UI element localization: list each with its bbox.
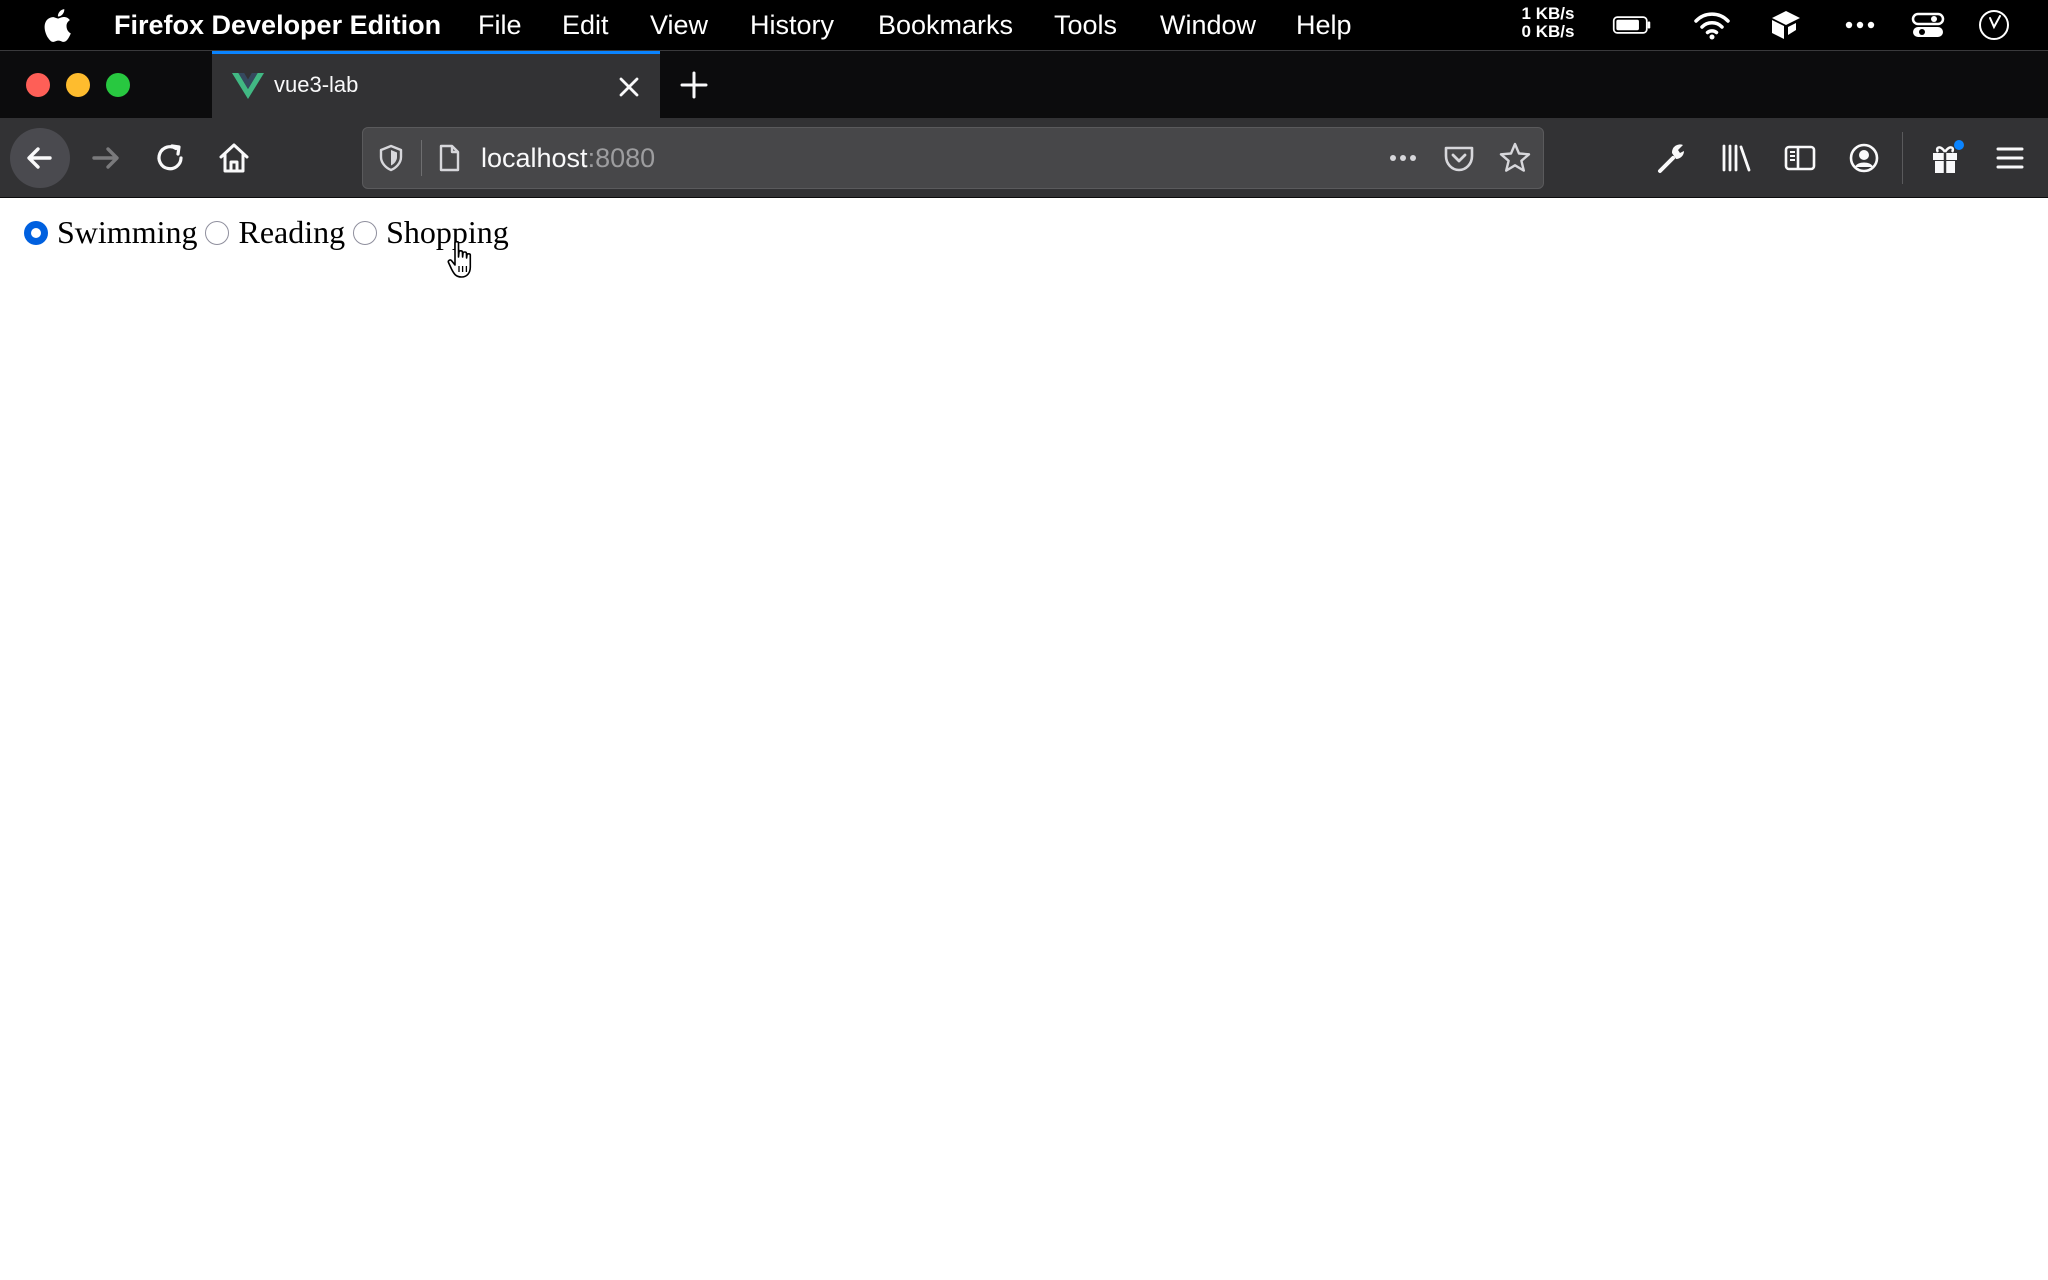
wrench-icon bbox=[1658, 144, 1684, 173]
hobby-radio-group: Swimming Reading Shopping bbox=[24, 214, 517, 251]
download-speed: 0 KB/s bbox=[1521, 22, 1575, 41]
page-info-icon[interactable] bbox=[431, 140, 467, 176]
app-menu-button[interactable] bbox=[1982, 130, 2038, 186]
page-actions-icon[interactable] bbox=[1385, 140, 1421, 176]
battery-icon[interactable] bbox=[1612, 8, 1652, 42]
window-close-button[interactable] bbox=[26, 73, 50, 97]
whats-new-button[interactable] bbox=[1918, 130, 1974, 186]
bookmark-star-icon[interactable] bbox=[1497, 140, 1533, 176]
developer-tools-button[interactable] bbox=[1644, 130, 1700, 186]
sidebar-toggle-button[interactable] bbox=[1772, 130, 1828, 186]
urlbar-separator bbox=[421, 140, 422, 176]
forward-button[interactable] bbox=[78, 130, 134, 186]
back-button[interactable] bbox=[10, 128, 70, 188]
back-arrow-icon bbox=[27, 147, 52, 169]
menu-tools[interactable]: Tools bbox=[1054, 9, 1117, 41]
pocket-icon[interactable] bbox=[1441, 140, 1477, 176]
radio-button-swimming[interactable] bbox=[24, 220, 48, 245]
window-maximize-button[interactable] bbox=[106, 73, 130, 97]
vue-logo-icon bbox=[232, 73, 264, 99]
tab-title: vue3-lab bbox=[274, 72, 359, 97]
home-icon bbox=[219, 143, 249, 173]
macos-menu-bar: Firefox Developer Edition File Edit View… bbox=[0, 0, 2048, 50]
radio-label-swimming[interactable]: Swimming bbox=[57, 214, 197, 251]
home-button[interactable] bbox=[206, 130, 262, 186]
tracking-protection-shield-icon[interactable] bbox=[373, 140, 409, 176]
menu-edit[interactable]: Edit bbox=[562, 9, 609, 41]
tab-close-icon[interactable] bbox=[612, 70, 646, 104]
apple-logo-icon[interactable] bbox=[42, 8, 72, 42]
hand-pointer-cursor-icon bbox=[447, 240, 472, 278]
control-center-icon[interactable] bbox=[1908, 8, 1948, 42]
tab-vue3-lab[interactable]: vue3-lab bbox=[212, 51, 660, 119]
radio-option-shopping[interactable]: Shopping bbox=[353, 214, 509, 251]
hamburger-menu-icon bbox=[1996, 147, 2024, 169]
reload-icon bbox=[157, 144, 183, 171]
forward-arrow-icon bbox=[92, 147, 119, 169]
library-icon bbox=[1722, 144, 1751, 172]
new-tab-plus-icon[interactable] bbox=[676, 67, 712, 103]
radio-option-reading[interactable]: Reading bbox=[205, 214, 345, 251]
cube-app-icon[interactable] bbox=[1766, 8, 1806, 42]
wifi-icon[interactable] bbox=[1692, 8, 1732, 42]
network-speed-indicator[interactable]: 1 KB/s 0 KB/s bbox=[1508, 5, 1588, 41]
app-name-menu[interactable]: Firefox Developer Edition bbox=[114, 9, 441, 41]
firefox-account-button[interactable] bbox=[1836, 130, 1892, 186]
menu-help[interactable]: Help bbox=[1296, 9, 1352, 41]
toolbar-separator bbox=[1902, 132, 1903, 184]
library-button[interactable] bbox=[1708, 130, 1764, 186]
menu-bookmarks[interactable]: Bookmarks bbox=[878, 9, 1013, 41]
upload-speed: 1 KB/s bbox=[1521, 4, 1575, 23]
url-text[interactable]: localhost:8080 bbox=[481, 141, 655, 175]
sidebar-icon bbox=[1784, 145, 1816, 171]
menu-history[interactable]: History bbox=[750, 9, 834, 41]
window-minimize-button[interactable] bbox=[66, 73, 90, 97]
address-bar[interactable]: localhost:8080 bbox=[362, 127, 1544, 189]
url-host: localhost bbox=[481, 143, 588, 173]
radio-option-swimming[interactable]: Swimming bbox=[24, 214, 197, 251]
menu-window[interactable]: Window bbox=[1160, 9, 1256, 41]
tab-strip: vue3-lab bbox=[0, 50, 2048, 119]
clock-icon[interactable] bbox=[1974, 8, 2014, 42]
page-content: Swimming Reading Shopping bbox=[0, 198, 2048, 1280]
navigation-toolbar: localhost:8080 bbox=[0, 118, 2048, 198]
gift-icon bbox=[1933, 140, 1964, 173]
more-menu-extras-icon[interactable] bbox=[1840, 8, 1880, 42]
radio-label-reading[interactable]: Reading bbox=[238, 214, 345, 251]
reload-button[interactable] bbox=[142, 130, 198, 186]
account-avatar-icon bbox=[1849, 143, 1879, 173]
radio-button-shopping[interactable] bbox=[353, 220, 378, 245]
menu-file[interactable]: File bbox=[478, 9, 522, 41]
menu-view[interactable]: View bbox=[650, 9, 708, 41]
radio-button-reading[interactable] bbox=[205, 220, 230, 245]
url-port: :8080 bbox=[587, 143, 656, 173]
